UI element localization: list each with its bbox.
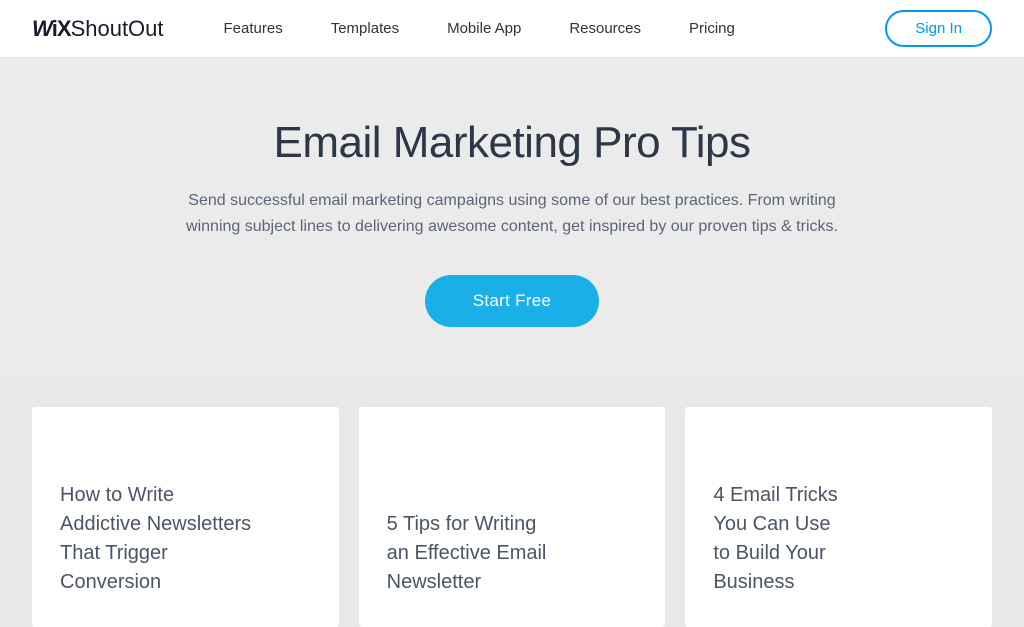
nav-item-templates[interactable]: Templates	[331, 20, 399, 37]
main-nav: Features Templates Mobile App Resources …	[224, 20, 886, 37]
cards-section: How to Write Addictive Newsletters That …	[0, 377, 1024, 627]
logo-shoutout-text: ShoutOut	[71, 16, 164, 42]
card-3[interactable]: 4 Email Tricks You Can Use to Build Your…	[685, 407, 992, 627]
card-2[interactable]: 5 Tips for Writing an Effective Email Ne…	[359, 407, 666, 627]
header: WiX ShoutOut Features Templates Mobile A…	[0, 0, 1024, 58]
card-3-title: 4 Email Tricks You Can Use to Build Your…	[713, 481, 964, 597]
nav-item-features[interactable]: Features	[224, 20, 283, 37]
nav-item-mobile-app[interactable]: Mobile App	[447, 20, 521, 37]
logo[interactable]: WiX ShoutOut	[32, 16, 164, 42]
hero-subtitle: Send successful email marketing campaign…	[172, 188, 852, 239]
card-1-title: How to Write Addictive Newsletters That …	[60, 481, 311, 597]
card-2-title: 5 Tips for Writing an Effective Email Ne…	[387, 510, 638, 597]
nav-item-pricing[interactable]: Pricing	[689, 20, 735, 37]
logo-wix-text: WiX	[32, 16, 71, 42]
sign-in-button[interactable]: Sign In	[885, 10, 992, 47]
hero-section: Email Marketing Pro Tips Send successful…	[0, 58, 1024, 377]
start-free-button[interactable]: Start Free	[425, 275, 600, 327]
nav-item-resources[interactable]: Resources	[569, 20, 641, 37]
card-1[interactable]: How to Write Addictive Newsletters That …	[32, 407, 339, 627]
hero-title: Email Marketing Pro Tips	[20, 118, 1004, 168]
